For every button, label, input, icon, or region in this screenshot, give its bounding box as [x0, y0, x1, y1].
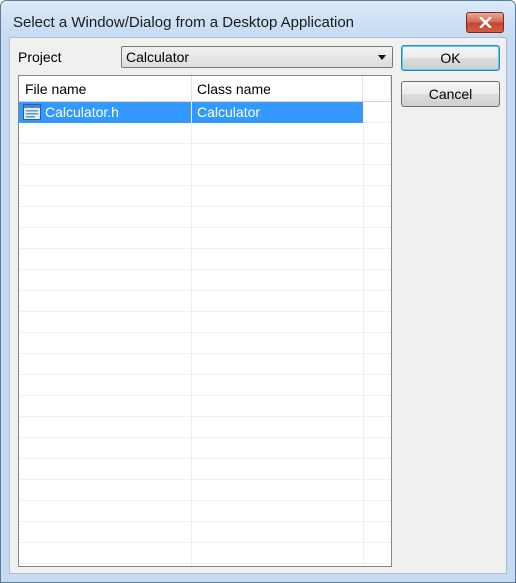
class-name-cell[interactable]: Calculator — [192, 102, 363, 123]
file-name-cell[interactable]: Calculator.h — [19, 102, 191, 123]
empty-grid-row — [19, 249, 391, 270]
title-bar[interactable]: Select a Window/Dialog from a Desktop Ap… — [1, 1, 515, 37]
dialog-client-area: Project Calculator OK Cancel File name C… — [9, 37, 507, 574]
window-title: Select a Window/Dialog from a Desktop Ap… — [13, 14, 355, 31]
project-label: Project — [18, 49, 62, 65]
list-rows: Calculator.h Calculator — [19, 102, 391, 566]
empty-grid-row — [19, 207, 391, 228]
empty-grid-row — [19, 291, 391, 312]
empty-grid-row — [19, 438, 391, 459]
empty-grid-row — [19, 375, 391, 396]
column-divider — [191, 102, 192, 566]
ok-button[interactable]: OK — [401, 45, 500, 71]
column-header-filler — [363, 76, 391, 101]
dialog-window: Select a Window/Dialog from a Desktop Ap… — [0, 0, 516, 583]
empty-grid-row — [19, 543, 391, 564]
empty-grid-row — [19, 501, 391, 522]
empty-grid-row — [19, 417, 391, 438]
close-button[interactable] — [466, 12, 504, 33]
project-dropdown[interactable]: Calculator — [121, 46, 393, 68]
empty-grid-row — [19, 354, 391, 375]
file-name-text: Calculator.h — [45, 104, 119, 120]
cancel-button[interactable]: Cancel — [401, 81, 500, 107]
empty-grid-row — [19, 228, 391, 249]
empty-grid-row — [19, 333, 391, 354]
empty-grid-row — [19, 522, 391, 543]
empty-grid-row — [19, 165, 391, 186]
close-icon — [479, 17, 492, 28]
column-header-file-name[interactable]: File name — [19, 76, 192, 101]
header-file-icon — [23, 104, 41, 120]
empty-grid-row — [19, 144, 391, 165]
project-dropdown-value: Calculator — [126, 49, 190, 65]
file-class-list[interactable]: File name Class name Calculator.h Calcul… — [18, 75, 392, 567]
chevron-down-icon — [378, 55, 386, 60]
list-header: File name Class name — [19, 76, 391, 102]
table-row[interactable]: Calculator.h Calculator — [19, 102, 363, 123]
empty-grid-row — [19, 312, 391, 333]
empty-grid-row — [19, 480, 391, 501]
empty-grid-row — [19, 396, 391, 417]
empty-grid-row — [19, 459, 391, 480]
empty-grid-row — [19, 270, 391, 291]
column-divider — [363, 102, 364, 566]
empty-grid-row — [19, 186, 391, 207]
column-header-class-name[interactable]: Class name — [192, 76, 363, 101]
empty-grid-row — [19, 123, 391, 144]
